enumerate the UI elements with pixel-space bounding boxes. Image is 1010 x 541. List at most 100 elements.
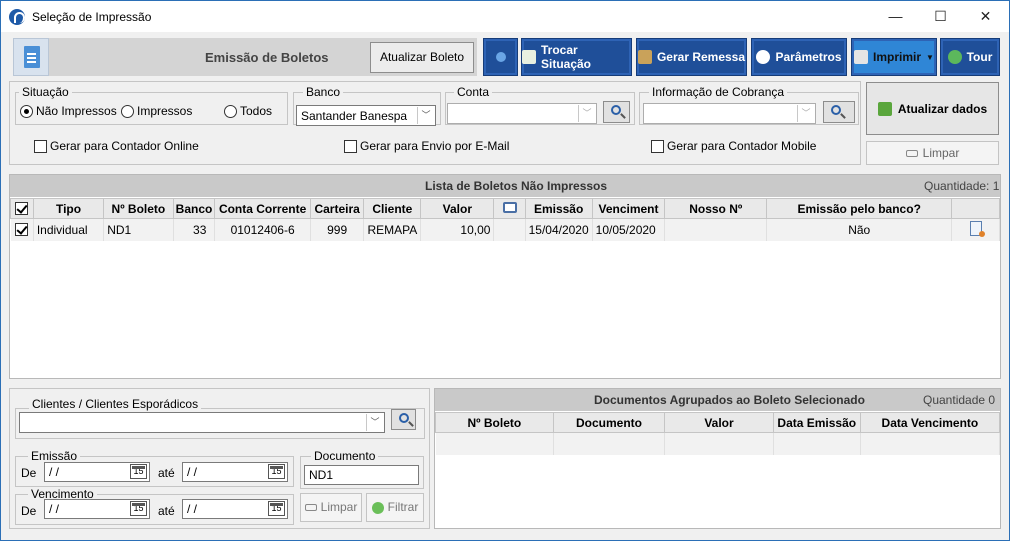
col-carteira[interactable]: Carteira: [309, 198, 365, 219]
row-document-button[interactable]: [951, 218, 1000, 241]
vencimento-ate-label: até: [158, 504, 175, 518]
checkbox: [34, 139, 47, 153]
radio-nao-impressos[interactable]: Não Impressos: [20, 104, 117, 118]
search-icon: [611, 105, 621, 115]
info-cobranca-search-button[interactable]: [823, 101, 855, 123]
trocar-situacao-button[interactable]: Trocar Situação: [521, 38, 632, 76]
select-all-checkbox[interactable]: [10, 198, 34, 219]
filtrar-button[interactable]: Filtrar: [366, 493, 424, 522]
imprimir-button[interactable]: Imprimir ▼: [851, 38, 937, 76]
vencimento-ate-input[interactable]: / / 15: [182, 499, 288, 519]
col-conta[interactable]: Conta Corrente: [214, 198, 311, 219]
boletos-quantidade: Quantidade: 1: [924, 179, 1000, 193]
cell-valor: 10,00: [420, 218, 495, 241]
checkbox: [651, 139, 664, 153]
emissao-de-input[interactable]: / / 15: [44, 462, 150, 482]
eraser-icon: [304, 504, 317, 512]
cell-emissao: 15/04/2020: [525, 218, 593, 241]
row-checkbox[interactable]: [10, 218, 34, 241]
window: Seleção de Impressão — ☐ ✕ Emissão de Bo…: [0, 0, 1010, 541]
col-vencimento[interactable]: Venciment: [591, 198, 666, 219]
limpar-top-button[interactable]: Limpar: [866, 141, 999, 165]
vencimento-de-label: De: [21, 504, 37, 518]
emissao-ate-value: / /: [187, 465, 198, 479]
check-envio-email[interactable]: Gerar para Envio por E-Mail: [344, 139, 509, 153]
radio-dot: [121, 104, 134, 118]
col-tipo[interactable]: Tipo: [32, 198, 105, 219]
conta-search-button[interactable]: [603, 101, 630, 123]
calendar-icon[interactable]: 15: [130, 501, 147, 516]
vencimento-ate-value: / /: [187, 502, 198, 516]
app-logo-icon: [9, 9, 25, 25]
col-doc-valor[interactable]: Valor: [664, 412, 774, 433]
col-emissao[interactable]: Emissão: [524, 198, 593, 219]
check-contador-online[interactable]: Gerar para Contador Online: [34, 139, 199, 153]
col-nosso[interactable]: Nosso Nº: [664, 198, 768, 219]
parametros-button[interactable]: Parâmetros: [751, 38, 847, 76]
conta-label: Conta: [454, 85, 493, 99]
col-valor[interactable]: Valor: [420, 198, 495, 219]
gerar-remessa-button[interactable]: Gerar Remessa: [636, 38, 747, 76]
col-doc-vencimento[interactable]: Data Vencimento: [859, 412, 1001, 433]
situacao-label: Situação: [19, 85, 72, 99]
radio-todos[interactable]: Todos: [224, 104, 272, 118]
col-cliente[interactable]: Cliente: [363, 198, 422, 219]
check-envio-email-label: Gerar para Envio por E-Mail: [360, 139, 510, 153]
minimize-button[interactable]: —: [873, 1, 918, 32]
checkbox: [344, 139, 357, 153]
chevron-down-icon: ▼: [926, 52, 934, 62]
col-print[interactable]: [493, 198, 526, 219]
boletos-table: Tipo Nº Boleto Banco Conta Corrente Cart…: [10, 198, 1000, 241]
close-button[interactable]: ✕: [963, 1, 1008, 32]
col-doc-emissao[interactable]: Data Emissão: [772, 412, 861, 433]
emissao-de-value: / /: [49, 465, 60, 479]
col-doc-boleto[interactable]: Nº Boleto: [435, 412, 554, 433]
radio-dot: [224, 104, 237, 118]
cell-tipo: Individual: [33, 218, 105, 241]
info-button[interactable]: [483, 38, 518, 76]
tour-label: Tour: [966, 50, 993, 64]
parametros-label: Parâmetros: [775, 50, 842, 64]
atualizar-boleto-button[interactable]: Atualizar Boleto: [370, 42, 474, 73]
docs-quantidade: Quantidade 0: [923, 393, 996, 407]
conta-select[interactable]: ﹀: [447, 103, 597, 124]
limpar-bottom-button[interactable]: Limpar: [300, 493, 362, 522]
col-action: [951, 198, 1000, 219]
atualizar-dados-button[interactable]: Atualizar dados: [866, 82, 999, 135]
emissao-label: Emissão: [28, 449, 81, 463]
calendar-icon[interactable]: 15: [268, 464, 285, 479]
col-emissao-banco[interactable]: Emissão pelo banco?: [766, 198, 953, 219]
maximize-button[interactable]: ☐: [918, 1, 963, 32]
cell-nosso: [664, 218, 768, 241]
limpar-top-label: Limpar: [922, 146, 960, 160]
calendar-icon[interactable]: 15: [268, 501, 285, 516]
check-contador-mobile[interactable]: Gerar para Contador Mobile: [651, 139, 816, 153]
documento-input[interactable]: ND1: [304, 465, 419, 485]
info-icon: [495, 52, 506, 62]
tour-button[interactable]: Tour: [940, 38, 1000, 76]
clientes-search-button[interactable]: [391, 409, 416, 430]
banco-select[interactable]: Santander Banespa ﹀: [296, 105, 436, 126]
table-row[interactable]: Individual ND1 33 01012406-6 999 REMAPA …: [10, 218, 1000, 241]
docs-table: Nº Boleto Documento Valor Data Emissão D…: [435, 412, 1001, 455]
window-title: Seleção de Impressão: [32, 10, 152, 24]
docs-header-row: Nº Boleto Documento Valor Data Emissão D…: [435, 412, 1001, 433]
col-boleto[interactable]: Nº Boleto: [103, 198, 174, 219]
clientes-select[interactable]: ﹀: [19, 412, 385, 433]
col-banco[interactable]: Banco: [172, 198, 216, 219]
radio-impressos[interactable]: Impressos: [121, 104, 192, 118]
title-bar: Seleção de Impressão — ☐ ✕: [1, 1, 1009, 32]
radio-nao-impressos-label: Não Impressos: [36, 104, 117, 118]
emissao-ate-input[interactable]: / / 15: [182, 462, 288, 482]
atualizar-dados-label: Atualizar dados: [897, 101, 988, 116]
info-cobranca-select[interactable]: ﹀: [643, 103, 816, 124]
col-doc-documento[interactable]: Documento: [552, 412, 666, 433]
gerar-remessa-label: Gerar Remessa: [656, 50, 746, 64]
filtrar-label: Filtrar: [387, 500, 419, 514]
docs-header: Documentos Agrupados ao Boleto Seleciona…: [435, 389, 1000, 411]
calendar-icon[interactable]: 15: [130, 464, 147, 479]
cell-print: [493, 218, 526, 241]
vencimento-de-input[interactable]: / / 15: [44, 499, 150, 519]
clientes-label: Clientes / Clientes Esporádicos: [29, 397, 202, 411]
search-icon: [399, 413, 409, 423]
